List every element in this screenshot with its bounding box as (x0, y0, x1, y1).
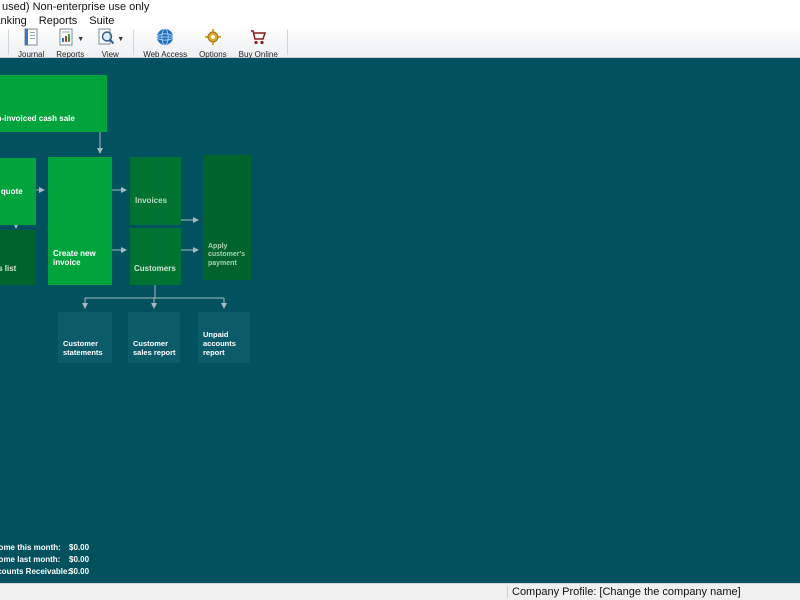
summary-row-accounts-receivable: Accounts Receivable: $0.00 (0, 566, 89, 578)
summary-value: $0.00 (69, 554, 89, 566)
summary-row-income-last-month: Income last month: $0.00 (0, 554, 89, 566)
toolbar-button-web-access[interactable]: Web Access (137, 28, 193, 57)
menubar: Banking Reports Suite (0, 14, 800, 28)
node-label: Apply customer's payment (208, 243, 247, 269)
summary-label: Accounts Receivable: (0, 566, 69, 578)
toolbar-separator (133, 30, 134, 55)
summary-value: $0.00 (69, 566, 89, 578)
node-label: Customer sales report (133, 339, 176, 357)
node-label: Record non-invoiced cash sale (0, 114, 103, 123)
node-record-non-invoiced-cash-sale[interactable]: Record non-invoiced cash sale (0, 75, 107, 132)
node-label: Create new quote (0, 187, 32, 196)
node-apply-customers-payment[interactable]: Apply customer's payment (203, 155, 251, 280)
node-customer-statements[interactable]: Customer statements (58, 312, 112, 363)
toolbar-button-reports[interactable]: ▼ Reports (50, 28, 90, 57)
chevron-down-icon[interactable]: ▼ (77, 36, 84, 43)
journal-icon (21, 27, 41, 52)
toolbar-button-journal[interactable]: Journal (12, 28, 50, 57)
reports-icon (56, 27, 76, 52)
menu-item-reports[interactable]: Reports (33, 15, 84, 27)
toolbar-button-options[interactable]: Options (193, 28, 233, 57)
flowchart-canvas: Record non-invoiced cash sale Create new… (0, 58, 800, 583)
titlebar: used) Non-enterprise use only (0, 0, 800, 14)
summary-label: Income last month: (0, 554, 69, 566)
statusbar-separator (507, 586, 508, 598)
toolbar-button-buy-online[interactable]: Buy Online (233, 28, 284, 57)
toolbar: Journal ▼ Reports ▼ View Web Access (0, 28, 800, 58)
summary-label: Income this month: (0, 542, 69, 554)
toolbar-separator (287, 30, 288, 55)
statusbar: Company Profile: [Change the company nam… (0, 583, 800, 600)
flow-arrows (0, 58, 800, 583)
toolbar-separator (8, 30, 9, 55)
node-label: Customer statements (63, 339, 108, 357)
node-customers[interactable]: Customers (130, 228, 181, 285)
financial-summary: Income this month: $0.00 Income last mon… (0, 542, 89, 578)
node-customer-sales-report[interactable]: Customer sales report (128, 312, 180, 363)
node-unpaid-accounts-report[interactable]: Unpaid accounts report (198, 312, 250, 363)
node-create-new-invoice[interactable]: Create new invoice (48, 157, 112, 285)
node-label: Quotes list (0, 264, 32, 273)
node-create-new-quote[interactable]: Create new quote (0, 158, 36, 225)
node-label: Invoices (135, 196, 177, 205)
node-label: Customers (134, 264, 177, 273)
summary-row-income-this-month: Income this month: $0.00 (0, 542, 89, 554)
menu-item-banking[interactable]: Banking (0, 15, 33, 27)
node-invoices[interactable]: Invoices (130, 157, 181, 225)
summary-value: $0.00 (69, 542, 89, 554)
options-icon (203, 27, 223, 52)
view-icon (96, 27, 116, 52)
node-quotes-list[interactable]: Quotes list (0, 230, 36, 285)
window-title: used) Non-enterprise use only (2, 1, 149, 13)
web-access-icon (155, 27, 175, 52)
chevron-down-icon[interactable]: ▼ (117, 36, 124, 43)
app-window: used) Non-enterprise use only Banking Re… (0, 0, 800, 600)
node-label: Create new invoice (53, 249, 108, 267)
company-profile-status[interactable]: Company Profile: [Change the company nam… (512, 586, 741, 598)
menu-item-suite[interactable]: Suite (83, 15, 120, 27)
buy-online-icon (248, 27, 268, 52)
toolbar-button-view[interactable]: ▼ View (90, 28, 130, 57)
node-label: Unpaid accounts report (203, 330, 246, 357)
